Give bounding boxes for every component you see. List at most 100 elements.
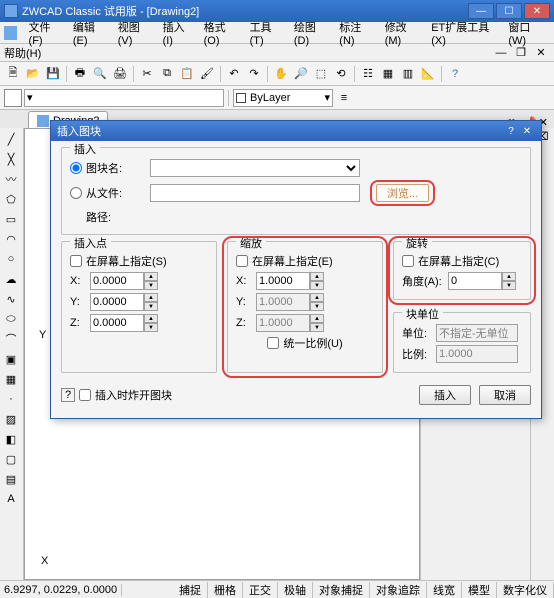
- angle-input[interactable]: [448, 272, 502, 290]
- hatch-icon[interactable]: ▨: [2, 410, 20, 428]
- region-icon[interactable]: ▢: [2, 450, 20, 468]
- pan-icon[interactable]: ✋: [272, 65, 290, 83]
- preview-icon[interactable]: 🔍: [91, 65, 109, 83]
- sb-lwt[interactable]: 线宽: [427, 582, 462, 598]
- sz-down-icon[interactable]: ▼: [310, 323, 324, 332]
- onscreen-scale-check[interactable]: [236, 255, 248, 267]
- rectangle-icon[interactable]: ▭: [2, 210, 20, 228]
- table-icon[interactable]: ▤: [2, 470, 20, 488]
- copy-icon[interactable]: ⧉: [158, 65, 176, 83]
- publish-icon[interactable]: 🖨: [111, 65, 129, 83]
- mdi-restore-icon[interactable]: ❐: [512, 44, 530, 62]
- open-icon[interactable]: 📂: [24, 65, 42, 83]
- sx-up-icon[interactable]: ▲: [310, 272, 324, 281]
- make-block-icon[interactable]: ▦: [2, 370, 20, 388]
- pz-down-icon[interactable]: ▼: [144, 323, 158, 332]
- menu-help[interactable]: 帮助(H): [4, 45, 41, 61]
- sb-ortho[interactable]: 正交: [243, 582, 278, 598]
- menu-tools[interactable]: 工具(T): [244, 17, 288, 49]
- file-path-input[interactable]: [150, 184, 360, 202]
- angle-up-icon[interactable]: ▲: [502, 272, 516, 281]
- py-down-icon[interactable]: ▼: [144, 302, 158, 311]
- gradient-icon[interactable]: ◧: [2, 430, 20, 448]
- menu-et[interactable]: ET扩展工具(X): [425, 17, 502, 49]
- py-input[interactable]: [90, 293, 144, 311]
- sy-down-icon[interactable]: ▼: [310, 302, 324, 311]
- spline-icon[interactable]: ∿: [2, 290, 20, 308]
- cancel-button[interactable]: 取消: [479, 385, 531, 405]
- layer-combo[interactable]: ▾: [24, 89, 224, 107]
- sb-tablet[interactable]: 数字化仪: [497, 582, 554, 598]
- radio-block-name[interactable]: [70, 162, 82, 174]
- px-up-icon[interactable]: ▲: [144, 272, 158, 281]
- linetype-icon[interactable]: ≡: [335, 89, 353, 107]
- dialog-help-icon[interactable]: ?: [503, 124, 519, 138]
- menu-format[interactable]: 格式(O): [198, 17, 244, 49]
- cut-icon[interactable]: ✂: [138, 65, 156, 83]
- browse-button[interactable]: 浏览...: [376, 184, 429, 202]
- insert-block-icon[interactable]: ▣: [2, 350, 20, 368]
- zoom-icon[interactable]: 🔎: [292, 65, 310, 83]
- menu-draw[interactable]: 绘图(D): [288, 17, 333, 49]
- mtext-icon[interactable]: A: [2, 490, 20, 508]
- sy-up-icon[interactable]: ▲: [310, 293, 324, 302]
- menu-view[interactable]: 视图(V): [112, 17, 157, 49]
- block-name-combo[interactable]: [150, 159, 360, 177]
- print-icon[interactable]: 🖶: [71, 65, 89, 83]
- menu-edit[interactable]: 编辑(E): [67, 17, 112, 49]
- sb-osnap[interactable]: 对象捕捉: [313, 582, 370, 598]
- line-icon[interactable]: ╱: [2, 130, 20, 148]
- zoom-window-icon[interactable]: ⬚: [312, 65, 330, 83]
- radio-from-file[interactable]: [70, 187, 82, 199]
- menu-modify[interactable]: 修改(M): [379, 17, 426, 49]
- redo-icon[interactable]: ↷: [245, 65, 263, 83]
- match-icon[interactable]: 🖌: [198, 65, 216, 83]
- uniform-scale-check[interactable]: [267, 337, 279, 349]
- circle-icon[interactable]: ○: [2, 250, 20, 268]
- sb-model[interactable]: 模型: [462, 582, 497, 598]
- new-icon[interactable]: 🗎: [4, 65, 22, 83]
- menu-insert[interactable]: 插入(I): [157, 17, 198, 49]
- sb-polar[interactable]: 极轴: [278, 582, 313, 598]
- xline-icon[interactable]: ╳: [2, 150, 20, 168]
- ellipse-icon[interactable]: ⬭: [2, 310, 20, 328]
- sx-input[interactable]: [256, 272, 310, 290]
- calc-icon[interactable]: 📐: [419, 65, 437, 83]
- paste-icon[interactable]: 📋: [178, 65, 196, 83]
- sz-up-icon[interactable]: ▲: [310, 314, 324, 323]
- save-icon[interactable]: 💾: [44, 65, 62, 83]
- dialog-close-icon[interactable]: ✕: [519, 124, 535, 138]
- angle-down-icon[interactable]: ▼: [502, 281, 516, 290]
- tool-palette-icon[interactable]: ▥: [399, 65, 417, 83]
- polygon-icon[interactable]: ⬠: [2, 190, 20, 208]
- sb-grid[interactable]: 栅格: [208, 582, 243, 598]
- color-combo[interactable]: ByLayer▾: [233, 89, 333, 107]
- insert-button[interactable]: 插入: [419, 385, 471, 405]
- dialog-titlebar[interactable]: 插入图块 ? ✕: [51, 121, 541, 141]
- dialog-help-box-icon[interactable]: ?: [61, 388, 75, 402]
- onscreen-point-check[interactable]: [70, 255, 82, 267]
- color-swatch-icon[interactable]: [4, 89, 22, 107]
- px-down-icon[interactable]: ▼: [144, 281, 158, 290]
- pz-input[interactable]: [90, 314, 144, 332]
- explode-check[interactable]: [79, 389, 91, 401]
- mdi-close-icon[interactable]: ✕: [532, 44, 550, 62]
- point-icon[interactable]: ·: [2, 390, 20, 408]
- sb-otrack[interactable]: 对象追踪: [370, 582, 427, 598]
- design-center-icon[interactable]: ▦: [379, 65, 397, 83]
- revcloud-icon[interactable]: ☁: [2, 270, 20, 288]
- properties-icon[interactable]: ☷: [359, 65, 377, 83]
- sx-down-icon[interactable]: ▼: [310, 281, 324, 290]
- px-input[interactable]: [90, 272, 144, 290]
- pz-up-icon[interactable]: ▲: [144, 314, 158, 323]
- ellipse-arc-icon[interactable]: ⌒: [2, 330, 20, 348]
- zoom-prev-icon[interactable]: ⟲: [332, 65, 350, 83]
- onscreen-rotate-check[interactable]: [402, 255, 414, 267]
- undo-icon[interactable]: ↶: [225, 65, 243, 83]
- menu-dim[interactable]: 标注(N): [333, 17, 378, 49]
- sb-snap[interactable]: 捕捉: [173, 582, 208, 598]
- help-icon[interactable]: ?: [446, 65, 464, 83]
- polyline-icon[interactable]: 〰: [2, 170, 20, 188]
- arc-icon[interactable]: ◠: [2, 230, 20, 248]
- py-up-icon[interactable]: ▲: [144, 293, 158, 302]
